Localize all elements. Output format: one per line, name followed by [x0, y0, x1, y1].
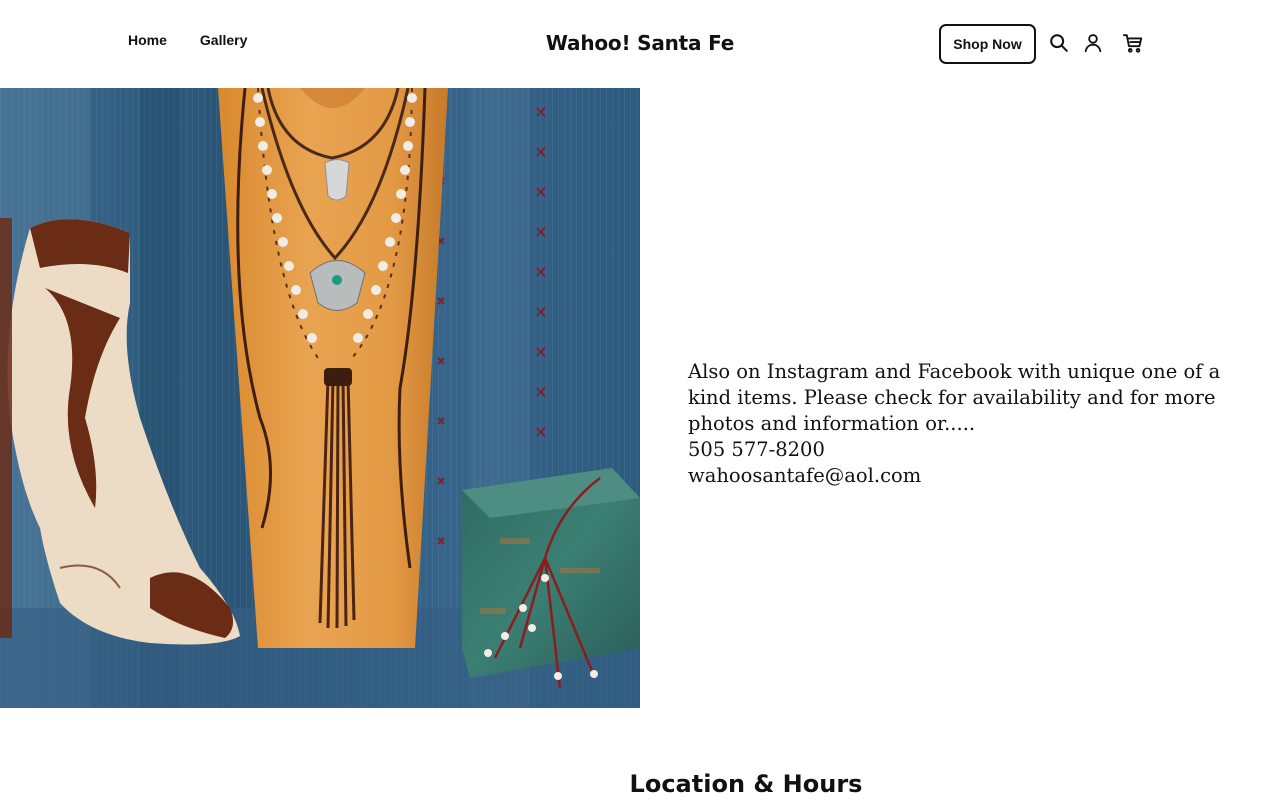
site-title-link[interactable]: Wahoo! Santa Fe: [546, 31, 734, 55]
hero-description: Also on Instagram and Facebook with uniq…: [688, 360, 1221, 435]
shop-now-button[interactable]: Shop Now: [939, 24, 1036, 64]
main-nav: Home Gallery: [128, 32, 247, 48]
hero-contact-text: Also on Instagram and Facebook with uniq…: [688, 359, 1228, 489]
nav-gallery-link[interactable]: Gallery: [200, 32, 247, 48]
hero-image: [0, 88, 640, 708]
site-header: Home Gallery Wahoo! Santa Fe Shop Now: [0, 0, 1280, 88]
cart-icon[interactable]: [1121, 31, 1145, 55]
nav-home-link[interactable]: Home: [128, 32, 167, 48]
account-icon[interactable]: [1081, 31, 1105, 55]
phone-number[interactable]: 505 577-8200: [688, 437, 1228, 463]
location-hours-heading: Location & Hours: [629, 770, 863, 798]
search-icon[interactable]: [1047, 31, 1071, 55]
email-address[interactable]: wahoosantafe@aol.com: [688, 463, 1228, 489]
